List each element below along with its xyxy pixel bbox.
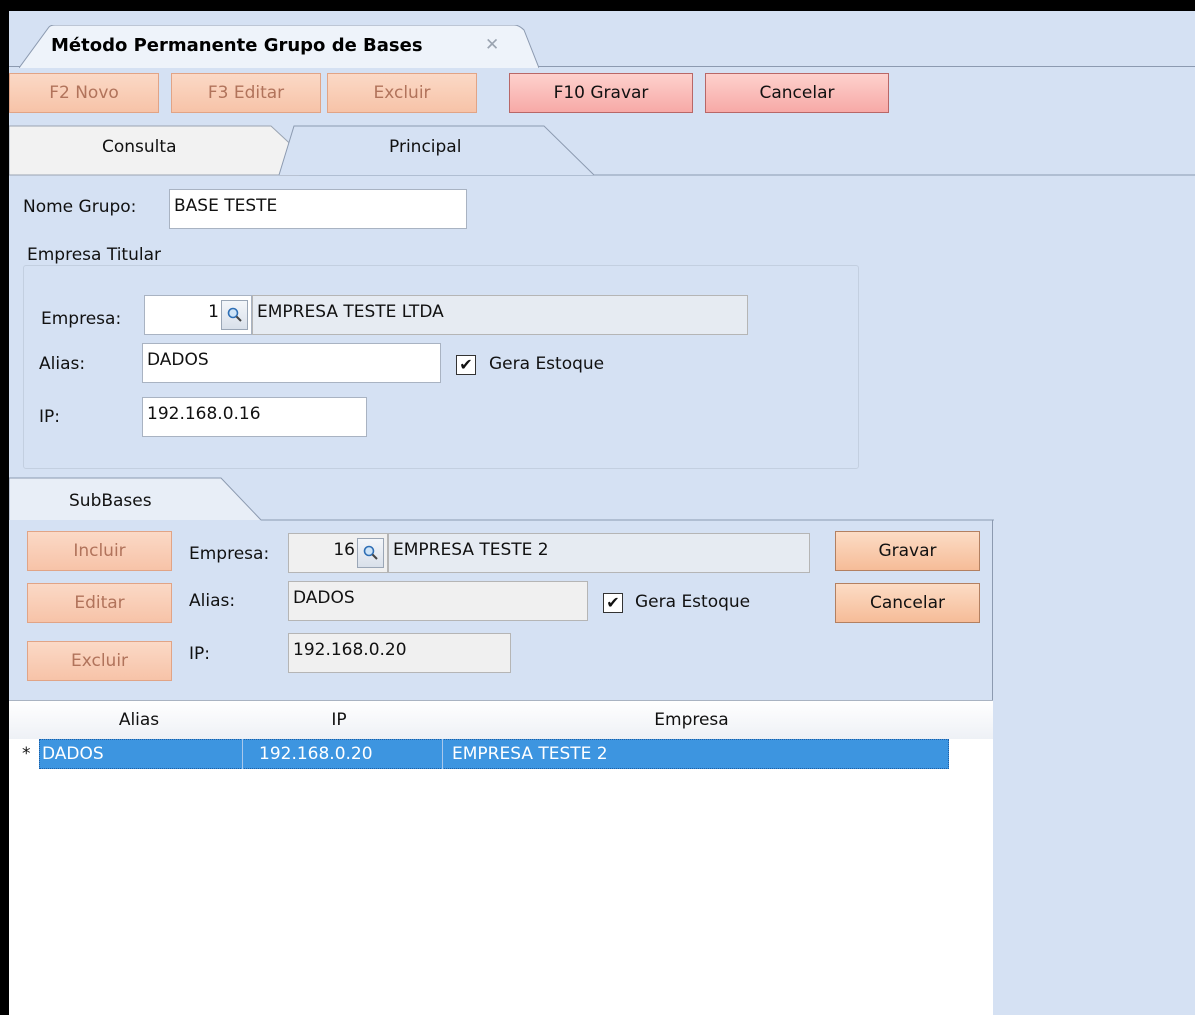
form-window: Método Permanente Grupo de Bases ✕ F2 No… (9, 11, 1195, 1015)
checkmark-icon: ✔ (459, 355, 473, 374)
subbase-empresa-name-display: EMPRESA TESTE 2 (388, 533, 810, 573)
subbase-alias-input[interactable]: DADOS (288, 581, 588, 621)
gravar-button[interactable]: F10 Gravar (509, 73, 693, 113)
cell-divider (442, 739, 443, 769)
document-title: Método Permanente Grupo de Bases (51, 35, 423, 56)
window-left-border (0, 0, 9, 1015)
grid-header-ip[interactable]: IP (239, 701, 439, 739)
subbase-cancelar-button[interactable]: Cancelar (835, 583, 980, 623)
cell-divider (242, 739, 243, 769)
subbase-gravar-button[interactable]: Gravar (835, 531, 980, 571)
ip-input[interactable]: 192.168.0.16 (142, 397, 367, 437)
magnifier-icon[interactable] (357, 538, 384, 568)
incluir-button[interactable]: Incluir (27, 531, 172, 571)
empresa-titular-label: Empresa Titular (27, 245, 161, 265)
tab-consulta[interactable]: Consulta (102, 137, 176, 157)
grid-header-empresa[interactable]: Empresa (439, 701, 944, 739)
editar-button[interactable]: F3 Editar (171, 73, 321, 113)
subbase-ip-label: IP: (189, 644, 210, 664)
tab-principal[interactable]: Principal (389, 137, 461, 157)
subbase-editar-button[interactable]: Editar (27, 583, 172, 623)
subbase-ip-input[interactable]: 192.168.0.20 (288, 633, 511, 673)
subbase-gera-estoque-label: Gera Estoque (635, 592, 751, 612)
cell-alias: DADOS (42, 744, 104, 764)
subbases-grid: Alias IP Empresa * DADOS 192.168.0.20 EM… (9, 700, 993, 1015)
window-top-border (0, 0, 1195, 11)
gera-estoque-checkbox[interactable]: ✔ (456, 355, 476, 375)
ip-label: IP: (39, 407, 60, 427)
tab-row: Consulta Principal (9, 124, 1195, 176)
table-row[interactable]: * DADOS 192.168.0.20 EMPRESA TESTE 2 (9, 739, 949, 769)
subbases-tab-shape (9, 477, 994, 521)
cell-ip: 192.168.0.20 (259, 744, 373, 764)
subbase-excluir-button[interactable]: Excluir (27, 641, 172, 681)
close-icon[interactable]: ✕ (485, 35, 499, 55)
tab-subbases[interactable]: SubBases (69, 491, 152, 511)
alias-label: Alias: (39, 354, 86, 374)
nome-grupo-label: Nome Grupo: (23, 197, 137, 217)
gera-estoque-label: Gera Estoque (489, 354, 605, 374)
novo-button[interactable]: F2 Novo (9, 73, 159, 113)
magnifier-icon[interactable] (221, 300, 248, 330)
excluir-button[interactable]: Excluir (327, 73, 477, 113)
cell-empresa: EMPRESA TESTE 2 (452, 744, 608, 764)
subbase-alias-label: Alias: (189, 591, 236, 611)
empresa-name-display: EMPRESA TESTE LTDA (252, 295, 748, 335)
subbase-gera-estoque-checkbox[interactable]: ✔ (603, 593, 623, 613)
empresa-label: Empresa: (41, 309, 122, 329)
grid-header-alias[interactable]: Alias (39, 701, 239, 739)
nome-grupo-input[interactable]: BASE TESTE (169, 189, 467, 229)
subbase-empresa-label: Empresa: (189, 544, 270, 564)
row-marker: * (22, 744, 31, 764)
checkmark-icon: ✔ (606, 593, 620, 612)
cancelar-button[interactable]: Cancelar (705, 73, 889, 113)
alias-input[interactable]: DADOS (142, 343, 441, 383)
